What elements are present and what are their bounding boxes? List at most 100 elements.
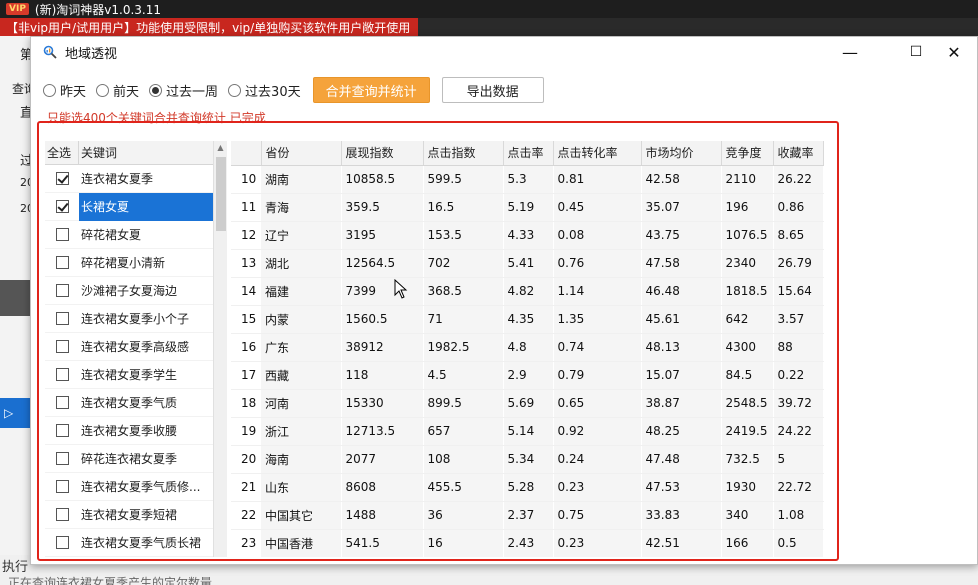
keyword-checkbox[interactable] [55,284,69,297]
keyword-checkbox-cell [45,508,79,521]
radio-past-30-days[interactable]: 过去30天 [228,81,301,100]
table-cell: 浙江 [261,417,342,446]
keyword-checkbox[interactable] [55,508,69,521]
table-cell: 0.92 [553,417,642,446]
keyword-row[interactable]: 连衣裙女夏季收腰 [45,417,213,445]
keyword-scrollbar[interactable]: ▲ [213,141,227,557]
keyword-row[interactable]: 碎花裙夏小清新 [45,249,213,277]
keyword-row[interactable]: 连衣裙女夏季高级感 [45,333,213,361]
keyword-text[interactable]: 连衣裙女夏季气质长裙 [79,534,213,551]
column-header[interactable]: 点击率 [503,141,554,166]
table-cell: 福建 [261,277,342,306]
table-row[interactable]: 21 山东 8608 455.5 5.28 0.23 47.53 1930 22.72 [231,473,824,502]
keyword-row[interactable]: 长裙女夏 [45,192,213,221]
column-header[interactable] [231,141,262,166]
table-row[interactable]: 16 广东 38912 1982.5 4.8 0.74 48.13 4300 88 [231,333,824,362]
dialog-title: 地域透视 [65,46,118,62]
keyword-text[interactable]: 连衣裙女夏季短裙 [79,506,213,523]
radio-yesterday-dot[interactable] [43,83,56,97]
scroll-up-icon[interactable]: ▲ [214,141,227,155]
radio-past-week-dot[interactable] [149,83,163,97]
keyword-text[interactable]: 碎花连衣裙女夏季 [79,450,213,467]
select-all-header[interactable]: 全选 [45,141,79,164]
table-row[interactable]: 12 辽宁 3195 153.5 4.33 0.08 43.75 1076.5 8.65 [231,221,824,250]
table-row[interactable]: 23 中国香港 541.5 16 2.43 0.23 42.51 166 0.5 [231,529,824,557]
radio-day-before-dot[interactable] [96,83,110,97]
keyword-row[interactable]: 连衣裙女夏季小个子 [45,305,213,333]
export-data-button[interactable]: 导出数据 [441,77,544,103]
keyword-row[interactable]: 连衣裙女夏季气质长裙 [45,529,213,557]
column-header[interactable]: 展现指数 [341,141,424,166]
keyword-text[interactable]: 连衣裙女夏季 [79,170,213,187]
table-cell: 368.5 [423,277,504,306]
keyword-checkbox[interactable] [55,424,69,437]
table-row[interactable]: 17 西藏 118 4.5 2.9 0.79 15.07 84.5 0.22 [231,361,824,390]
keyword-row[interactable]: 碎花连衣裙女夏季 [45,445,213,473]
keyword-text[interactable]: 沙滩裙子女夏海边 [79,282,213,299]
table-cell: 辽宁 [261,221,342,250]
column-header[interactable]: 市场均价 [641,141,722,166]
keyword-text[interactable]: 连衣裙女夏季小个子 [79,310,213,327]
table-row[interactable]: 18 河南 15330 899.5 5.69 0.65 38.87 2548.5 39.72 [231,389,824,418]
table-row[interactable]: 22 中国其它 1488 36 2.37 0.75 33.83 340 1.08 [231,501,824,530]
radio-past-week[interactable]: 过去一周 [149,81,218,100]
column-header[interactable]: 竞争度 [721,141,774,166]
radio-past-30-days-dot[interactable] [228,83,242,97]
keyword-text[interactable]: 连衣裙女夏季学生 [79,366,213,383]
keyword-checkbox[interactable] [55,228,69,241]
keyword-row[interactable]: 连衣裙女夏季学生 [45,361,213,389]
table-row[interactable]: 20 海南 2077 108 5.34 0.24 47.48 732.5 5 [231,445,824,474]
keyword-text[interactable]: 连衣裙女夏季气质 [79,394,213,411]
keyword-text[interactable]: 连衣裙女夏季收腰 [79,422,213,439]
keyword-scrollbar-thumb[interactable] [216,157,226,231]
table-cell: 2340 [721,249,774,278]
close-button[interactable]: ✕ [931,37,977,67]
row-index: 20 [231,445,261,474]
keyword-checkbox[interactable] [55,200,69,213]
table-row[interactable]: 15 内蒙 1560.5 71 4.35 1.35 45.61 642 3.57 [231,305,824,334]
table-row[interactable]: 14 福建 7399 368.5 4.82 1.14 46.48 1818.5 15.64 [231,277,824,306]
table-cell: 5.41 [503,249,554,278]
keyword-checkbox[interactable] [55,536,69,549]
keyword-checkbox[interactable] [55,256,69,269]
keyword-checkbox[interactable] [55,340,69,353]
minimize-button[interactable]: — [827,37,873,67]
table-cell: 642 [721,305,774,334]
table-row[interactable]: 10 湖南 10858.5 599.5 5.3 0.81 42.58 2110 26.22 [231,165,824,194]
column-header[interactable]: 点击指数 [423,141,504,166]
table-cell: 广东 [261,333,342,362]
mouse-cursor-icon [394,279,408,299]
table-cell: 12713.5 [341,417,424,446]
keyword-row[interactable]: 碎花裙女夏 [45,221,213,249]
keyword-checkbox[interactable] [55,172,69,185]
column-header[interactable]: 省份 [261,141,342,166]
keyword-row[interactable]: 连衣裙女夏季气质 [45,389,213,417]
column-header[interactable]: 收藏率 [773,141,824,166]
keyword-checkbox[interactable] [55,480,69,493]
keyword-row[interactable]: 沙滩裙子女夏海边 [45,277,213,305]
merge-query-button[interactable]: 合并查询并统计 [312,77,430,103]
table-cell: 657 [423,417,504,446]
keyword-text[interactable]: 连衣裙女夏季高级感 [79,338,213,355]
keyword-row[interactable]: 连衣裙女夏季短裙 [45,501,213,529]
table-row[interactable]: 19 浙江 12713.5 657 5.14 0.92 48.25 2419.5 24.22 [231,417,824,446]
keyword-checkbox[interactable] [55,452,69,465]
table-row[interactable]: 11 青海 359.5 16.5 5.19 0.45 35.07 196 0.86 [231,193,824,222]
keyword-checkbox[interactable] [55,396,69,409]
keyword-text[interactable]: 连衣裙女夏季气质修... [79,478,213,495]
keyword-row[interactable]: 连衣裙女夏季 [45,165,213,193]
keyword-text[interactable]: 碎花裙夏小清新 [79,254,213,271]
table-row[interactable]: 13 湖北 12564.5 702 5.41 0.76 47.58 2340 26.79 [231,249,824,278]
keyword-text[interactable]: 长裙女夏 [79,192,213,221]
dialog-titlebar: 地域透视 — ☐ ✕ [31,37,977,67]
keyword-checkbox[interactable] [55,312,69,325]
keyword-text[interactable]: 碎花裙女夏 [79,226,213,243]
keyword-row[interactable]: 连衣裙女夏季气质修... [45,473,213,501]
column-header[interactable]: 点击转化率 [553,141,642,166]
province-table-header: 省份 展现指数 点击指数 点击率 点击转化率 市场均价 竞争度 收藏率 [231,141,824,166]
radio-yesterday[interactable]: 昨天 [43,81,86,100]
table-cell: 4.35 [503,305,554,334]
table-cell: 5 [773,445,824,474]
radio-day-before[interactable]: 前天 [96,81,139,100]
keyword-checkbox[interactable] [55,368,69,381]
